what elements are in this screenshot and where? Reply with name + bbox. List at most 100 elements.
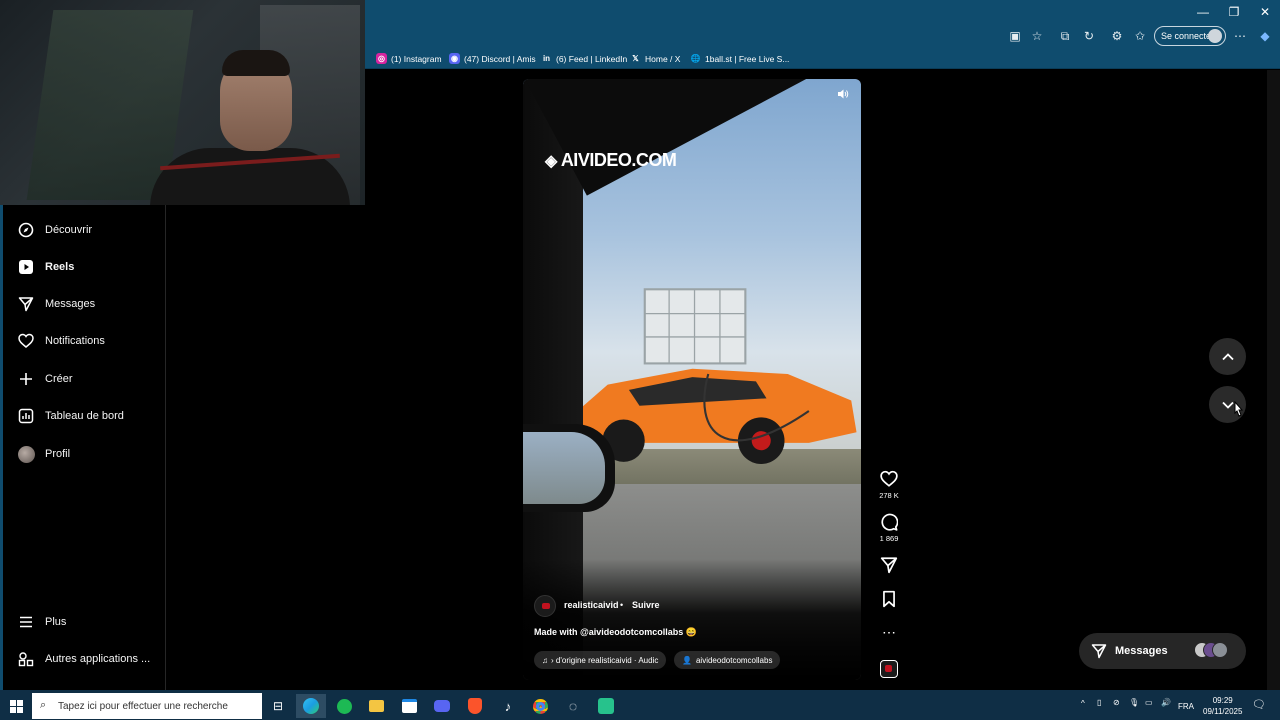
follow-button[interactable]: Suivre bbox=[632, 600, 660, 610]
close-window-button[interactable]: ✕ bbox=[1250, 0, 1280, 24]
restore-button[interactable]: ❐ bbox=[1219, 0, 1249, 24]
spotify-icon[interactable] bbox=[332, 694, 356, 718]
bookmark-1ball[interactable]: 🌐 1ball.st | Free Live S... bbox=[690, 50, 790, 67]
tray-network-off-icon[interactable]: ⊘ bbox=[1113, 698, 1120, 707]
x-icon: 𝕏 bbox=[632, 54, 639, 63]
apps-icon bbox=[17, 650, 35, 668]
store-icon[interactable] bbox=[397, 694, 421, 718]
linkedin-icon: in bbox=[542, 54, 551, 63]
webcam-person-hair bbox=[222, 50, 290, 76]
sidebar-item-plus[interactable]: Plus bbox=[17, 611, 66, 633]
bookmark-linkedin[interactable]: in (6) Feed | LinkedIn bbox=[541, 50, 627, 67]
discord-icon[interactable] bbox=[430, 694, 454, 718]
edge-taskbar-icon[interactable] bbox=[296, 694, 326, 718]
heart-icon bbox=[17, 332, 35, 350]
messages-floating-button[interactable]: Messages bbox=[1079, 633, 1246, 669]
notification-center-icon[interactable]: 🗨 bbox=[1252, 698, 1266, 711]
reader-mode-icon[interactable]: ▣ bbox=[1006, 27, 1024, 45]
heart-icon bbox=[880, 470, 898, 487]
audio-chip-label: › d'origine realisticaivid · Audic bbox=[551, 655, 659, 665]
copilot-icon[interactable]: ◆ bbox=[1256, 27, 1274, 45]
bookmark-instagram[interactable]: ◎ (1) Instagram bbox=[376, 50, 442, 67]
page-scrollbar[interactable] bbox=[1267, 70, 1280, 690]
sign-in-label: Se connecter bbox=[1161, 31, 1215, 41]
brave-icon[interactable] bbox=[463, 694, 487, 718]
paper-plane-icon bbox=[880, 557, 898, 574]
audio-chip[interactable]: ♫ › d'origine realisticaivid · Audic bbox=[534, 651, 667, 669]
like-button[interactable]: 278 K bbox=[877, 470, 901, 500]
bookmark-x[interactable]: 𝕏 Home / X bbox=[630, 50, 680, 67]
refresh-extension-icon[interactable]: ↻ bbox=[1080, 27, 1098, 45]
comment-icon bbox=[881, 513, 898, 531]
chrome-icon[interactable] bbox=[528, 694, 552, 718]
profile-avatar-icon bbox=[1208, 29, 1222, 43]
file-explorer-icon[interactable] bbox=[364, 694, 388, 718]
minimize-button[interactable]: — bbox=[1188, 0, 1218, 24]
mouse-cursor-icon bbox=[1232, 400, 1244, 419]
sidebar-item-tableau-de-bord[interactable]: Tableau de bord bbox=[17, 405, 124, 427]
sidebar-item-label: Notifications bbox=[45, 335, 105, 347]
tray-device-icon[interactable]: ▯ bbox=[1097, 698, 1101, 707]
tiktok-icon[interactable]: ♪ bbox=[496, 694, 520, 718]
dashboard-icon bbox=[17, 407, 35, 425]
compass-icon bbox=[17, 221, 35, 239]
music-note-icon: ♫ bbox=[542, 655, 548, 665]
comment-button[interactable]: 1 869 bbox=[877, 513, 901, 543]
side-mirror-glass bbox=[523, 432, 605, 504]
extensions-icon[interactable]: ⚙ bbox=[1108, 27, 1126, 45]
volume-icon[interactable]: 🔊 bbox=[1161, 698, 1171, 707]
network-icon[interactable]: ▭ bbox=[1145, 698, 1153, 707]
bookmark-label: (1) Instagram bbox=[391, 53, 442, 64]
tray-chevron-icon[interactable]: ^ bbox=[1081, 699, 1085, 708]
more-dots-icon: ⋯ bbox=[882, 624, 896, 640]
reels-icon bbox=[17, 258, 35, 276]
author-username[interactable]: realisticaivid bbox=[564, 600, 619, 610]
more-options-button[interactable]: ⋯ bbox=[877, 624, 901, 641]
sound-icon[interactable] bbox=[837, 88, 853, 104]
reel-caption: Made with @aivideodotcomcollabs 😄 bbox=[534, 627, 698, 637]
taskbar-search-input[interactable]: ⌕ Tapez ici pour effectuer une recherche bbox=[32, 693, 262, 719]
sign-in-button[interactable]: Se connecter bbox=[1154, 26, 1226, 46]
watermark-text: AIVIDEO.COM bbox=[560, 150, 677, 170]
clock[interactable]: 09:29 09/11/2025 bbox=[1203, 695, 1242, 717]
windows-start-icon[interactable] bbox=[4, 694, 28, 718]
sidebar-item-autres-applications[interactable]: Autres applications ... bbox=[17, 648, 150, 670]
clock-time: 09:29 bbox=[1212, 696, 1233, 705]
tagged-user-chip[interactable]: 👤 aivideodotcomcollabs bbox=[674, 651, 781, 669]
share-button[interactable] bbox=[877, 556, 901, 577]
task-view-icon[interactable]: ⊟ bbox=[266, 694, 290, 718]
sidebar-item-label: Autres applications ... bbox=[45, 653, 151, 665]
paper-plane-icon bbox=[17, 295, 35, 313]
sidebar-item-profil[interactable]: Profil bbox=[17, 443, 70, 465]
message-avatars bbox=[1194, 642, 1228, 660]
more-options-icon[interactable]: ⋯ bbox=[1231, 27, 1249, 45]
like-count: 278 K bbox=[879, 491, 899, 500]
chevron-up-icon bbox=[1221, 352, 1234, 360]
clock-date: 09/11/2025 bbox=[1203, 707, 1243, 716]
bookmark-discord[interactable]: ◉ (47) Discord | Amis bbox=[449, 50, 536, 67]
microphone-icon[interactable]: 🎙 bbox=[1129, 698, 1139, 707]
sidebar-item-decouvrir[interactable]: Découvrir bbox=[17, 219, 92, 241]
sidebar-item-notifications[interactable]: Notifications bbox=[17, 330, 105, 352]
sidebar-item-messages[interactable]: Messages bbox=[17, 293, 95, 315]
video-watermark: ◈ AIVIDEO.COM bbox=[545, 150, 677, 171]
comment-count: 1 869 bbox=[879, 534, 899, 543]
app-taskbar-icon[interactable] bbox=[594, 694, 618, 718]
reel-audio-thumbnail[interactable] bbox=[880, 660, 898, 678]
discord-icon: ◉ bbox=[449, 53, 460, 64]
language-indicator[interactable]: FRA bbox=[1178, 702, 1194, 711]
avatar bbox=[1212, 642, 1228, 658]
translate-icon[interactable]: ⧉ bbox=[1056, 27, 1074, 45]
webcam-overlay bbox=[0, 0, 365, 205]
favorites-icon[interactable]: ✩ bbox=[1131, 27, 1149, 45]
sidebar-item-label: Plus bbox=[45, 616, 67, 628]
sync-app-icon[interactable]: ◌ bbox=[561, 694, 585, 718]
sidebar-item-creer[interactable]: Créer bbox=[17, 368, 73, 390]
bookmark-label: (6) Feed | LinkedIn bbox=[556, 53, 628, 64]
author-avatar[interactable] bbox=[534, 595, 556, 617]
favorite-star-icon[interactable]: ☆ bbox=[1028, 27, 1046, 45]
sidebar-item-reels[interactable]: Reels bbox=[17, 256, 74, 278]
previous-reel-button[interactable] bbox=[1209, 338, 1246, 375]
save-button[interactable] bbox=[877, 590, 901, 611]
person-icon: 👤 bbox=[682, 655, 692, 665]
